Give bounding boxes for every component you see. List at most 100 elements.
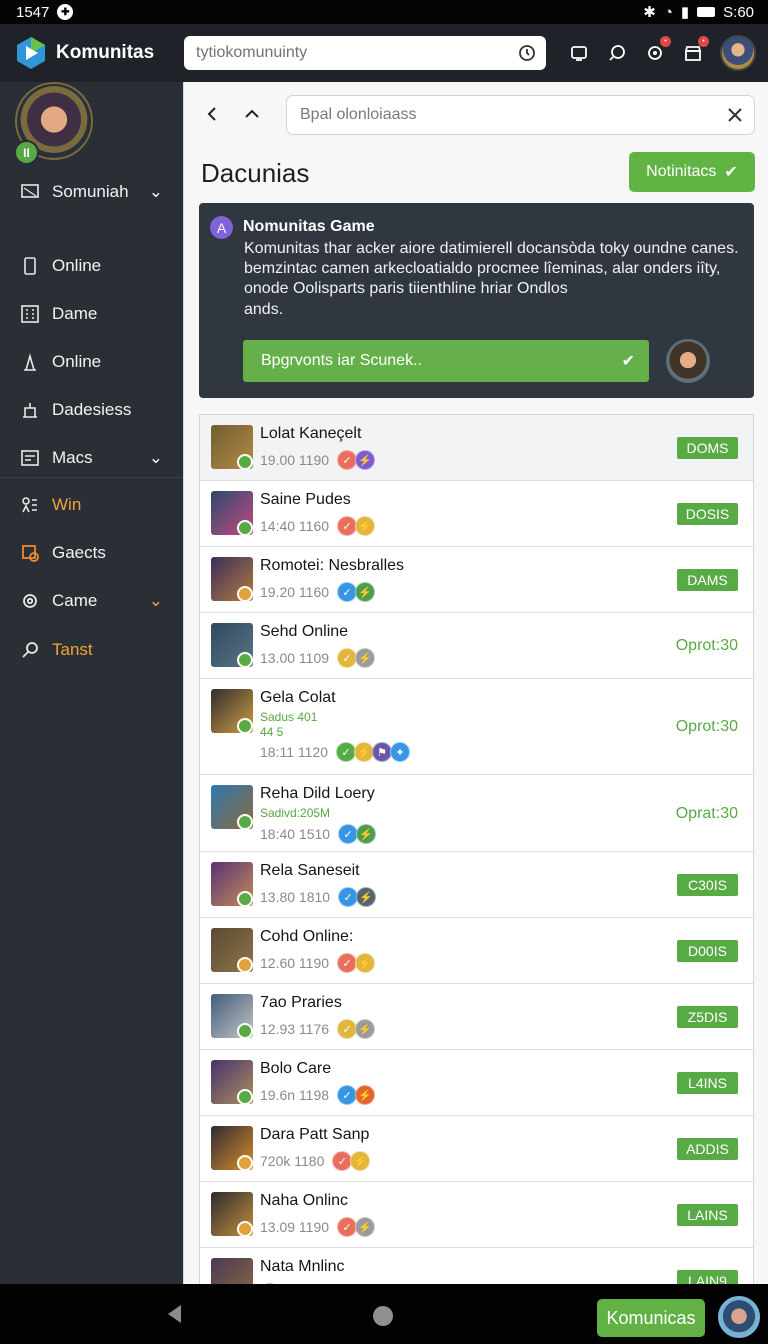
phone-icon [19,255,41,277]
status-text: Oprot:30 [675,637,738,654]
game-meta: 18:11 1120 ✓ ⚡ ⚑ ✦ [260,742,410,762]
tag-icon: ✓ [337,1085,358,1105]
sidebar-item-label: Macs [52,448,93,467]
table-row[interactable]: Dara Patt Sanp 720k 1180 ✓ ⚡ ADDIS [200,1116,753,1182]
game-tags: ✓ ⚡ [332,1151,371,1171]
sidebar-item-label: Tanst [52,640,93,659]
online-status-icon: II [14,140,39,165]
tag-icon: ⚡ [355,1085,376,1105]
app-logo-icon [17,37,45,69]
sidebar-item-dame[interactable]: Dame [0,292,183,336]
sidebar-item-label: Came [52,591,98,610]
back-button[interactable] [197,99,227,129]
status-badge[interactable]: ADDIS [677,1138,738,1160]
tag-icon: ⚡ [355,1217,376,1237]
sidebar-item-win[interactable]: Win [0,483,183,527]
support-button-label: Bpgrvonts iar Scunek.. [261,352,422,369]
status-badge[interactable]: DOMS [677,437,738,459]
status-badge[interactable]: DOSIS [677,503,738,525]
status-check-icon [237,454,253,470]
sidebar-item-online[interactable]: Online [0,244,183,288]
building-icon [19,399,41,421]
table-row[interactable]: 7ao Praries 12.93 1176 ✓ ⚡ Z5DIS [200,984,753,1050]
table-row[interactable]: Romotei: Nesbralles 19.20 1160 ✓ ⚡ DAMS [200,547,753,613]
sidebar-item-somuniah[interactable]: Somuniah ⌄ [0,170,183,214]
tag-icon: ✦ [390,742,410,762]
close-icon[interactable] [726,106,744,124]
sidebar-item-macs[interactable]: Macs ⌄ [0,436,183,480]
sidebar-item-online-2[interactable]: Online [0,340,183,384]
up-button[interactable] [237,99,267,129]
game-tags: ✓ ⚡ [337,516,376,536]
sidebar-item-tanst[interactable]: Tanst [0,628,183,672]
status-badge[interactable]: D00IS [677,940,738,962]
game-tags: ✓ ⚡ [337,648,376,668]
table-row[interactable]: Reha Dild Loery Sadivd:205M 18:40 1510 ✓ ⚡ Op… [200,775,753,852]
user-avatar[interactable] [720,35,756,71]
system-back-icon[interactable] [168,1305,181,1323]
global-search-input[interactable]: tytiokomunuinty [184,36,546,70]
game-stats: 14:40 1160 [260,518,330,534]
status-badge[interactable]: DAMS [677,569,738,591]
status-badge[interactable]: LAINS [677,1204,738,1226]
content-search-placeholder: Bpal olonloiaass [300,106,417,123]
table-row[interactable]: Nata Mnlinc✓LAIN9 [200,1248,753,1284]
game-meta: 13.80 1810 ✓ ⚡ [260,887,377,907]
game-name: 7ao Praries [260,994,342,1011]
game-name: Nata Mnlinc [260,1258,345,1275]
bottom-community-button[interactable]: Komunicas [597,1299,705,1337]
support-button[interactable]: Bpgrvonts iar Scunek.. ✔ [243,340,649,382]
checkmark-icon: ✔ [621,353,635,370]
tag-icon: ✓ [337,953,358,973]
system-home-icon[interactable] [373,1306,393,1326]
game-name: Romotei: Nesbralles [260,557,405,574]
status-badge[interactable]: Z5DIS [677,1006,738,1028]
app-brand[interactable]: Komunitas [0,36,184,70]
sidebar-item-label: Online [52,352,102,371]
notifications-button-label: Notinitacs [646,163,717,180]
game-name: Cohd Online: [260,928,354,945]
status-check-icon [237,652,253,668]
monitor-icon[interactable] [568,42,590,64]
status-badge[interactable]: LAIN9 [677,1270,738,1284]
status-check-icon [237,1221,253,1237]
game-stats: 19.00 1190 [260,452,330,468]
sidebar-item-dadesiess[interactable]: Dadesiess [0,388,183,432]
table-row[interactable]: Bolo Care 19.6n 1198 ✓ ⚡ L4INS [200,1050,753,1116]
tag-icon: ⚡ [355,516,376,536]
game-tags: ✓ ⚡ [337,953,376,973]
notifications-button[interactable]: Notinitacs ✔ [629,152,755,192]
table-row[interactable]: Saine Pudes 14:40 1160 ✓ ⚡ DOSIS [200,481,753,547]
table-row[interactable]: Sehd Online 13.00 1109 ✓ ⚡ Oprot:30 [200,613,753,679]
table-row[interactable]: Rela Saneseit 13.80 1810 ✓ ⚡ C30IS [200,852,753,918]
content-search-input[interactable]: Bpal olonloiaass [286,95,755,135]
chevron-down-icon: ⌄ [148,591,163,610]
table-row[interactable]: Gela Colat Sadus 401 44 5 18:11 1120 ✓ ⚡ ⚑ ✦ Opr… [200,679,753,775]
game-tags: ✓ ⚡ [337,1019,376,1039]
store-icon[interactable]: • [682,36,709,64]
tag-icon: ✓ [337,516,358,536]
sidebar-item-came[interactable]: Came ⌄ [0,579,183,623]
sidebar-item-label: Somuniah [52,182,129,201]
page-title: Dacunias [201,158,310,188]
tag-icon: ✓ [337,1217,358,1237]
status-badge[interactable]: L4INS [677,1072,738,1094]
status-badge[interactable]: C30IS [677,874,738,896]
friends-icon[interactable]: • [644,36,671,64]
status-check-icon [237,718,253,734]
message-icon[interactable] [606,42,628,64]
chevron-down-icon: ⌄ [148,448,163,467]
bottom-user-avatar[interactable] [718,1296,760,1338]
game-meta: 12.93 1176 ✓ ⚡ [260,1019,376,1039]
table-row[interactable]: Naha Onlinc 13.09 1190 ✓ ⚡ LAINS [200,1182,753,1248]
table-row[interactable]: Lolat Kaneçelt 19.00 1190 ✓ ⚡ DOMS [200,415,753,481]
tag-icon: ⚡ [350,1151,371,1171]
battery-icon [697,7,716,17]
table-row[interactable]: Cohd Online: 12.60 1190 ✓ ⚡ D00IS [200,918,753,984]
main-content: Bpal olonloiaass Dacunias Notinitacs ✔ A… [183,82,768,1284]
game-stats: 19.6n 1198 [260,1087,330,1103]
sidebar-item-gaects[interactable]: Gaects [0,531,183,575]
game-name: Dara Patt Sanp [260,1126,370,1143]
status-check-icon [237,520,253,536]
card-description: Komunitas thar acker aiore datimierell d… [244,240,739,297]
